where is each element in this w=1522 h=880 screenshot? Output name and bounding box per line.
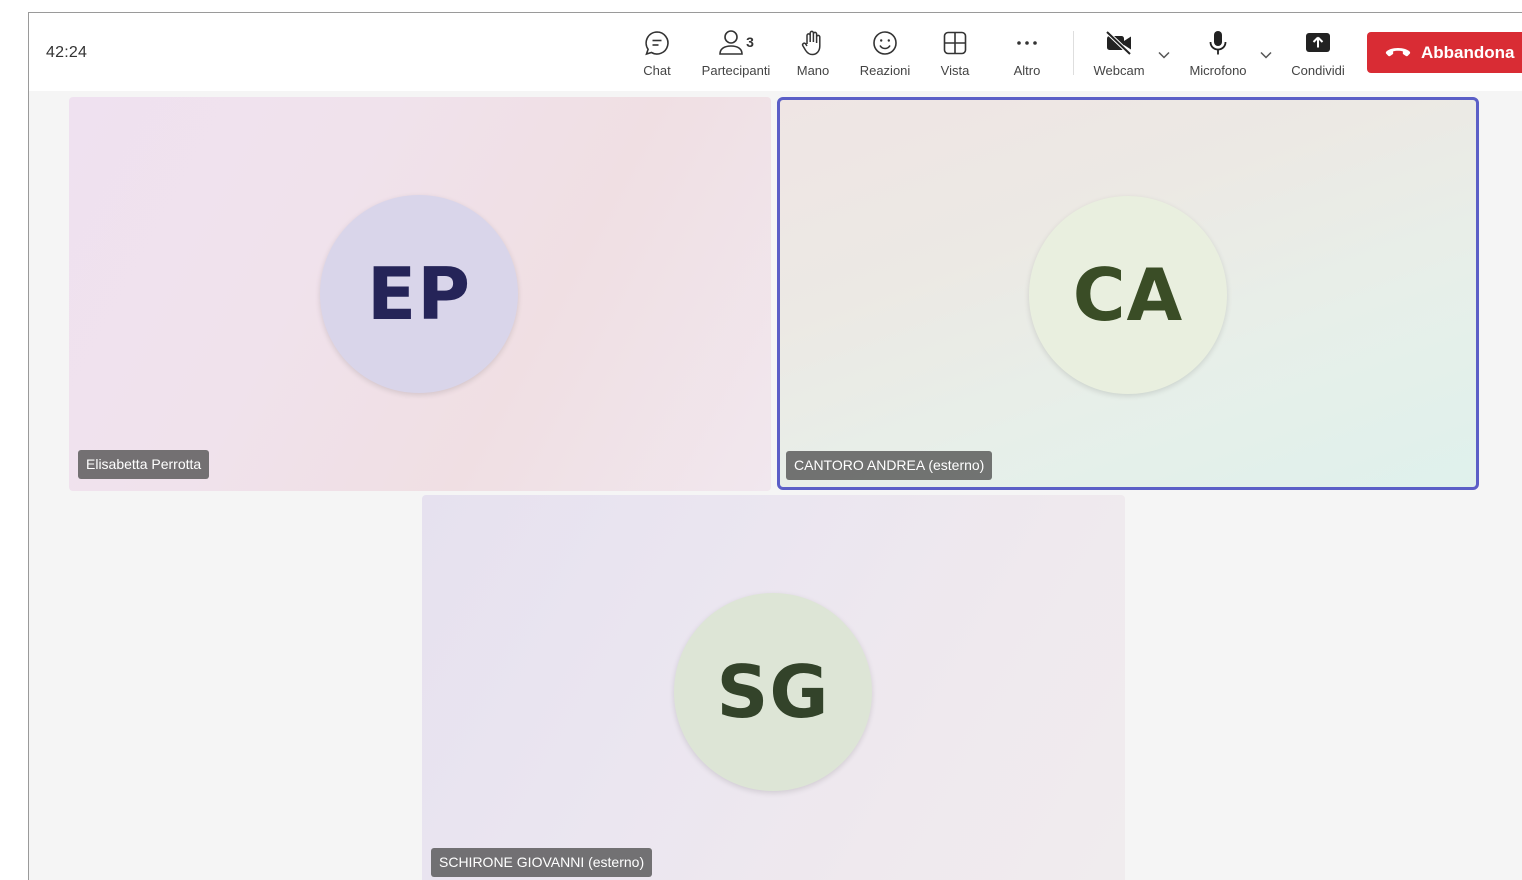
share-label: Condividi bbox=[1291, 63, 1345, 78]
more-label: Altro bbox=[1013, 63, 1041, 78]
raise-hand-button[interactable]: Mano bbox=[791, 27, 835, 83]
participant-name-label: CANTORO ANDREA (esterno) bbox=[786, 451, 993, 480]
chat-button[interactable]: Chat bbox=[635, 27, 679, 83]
video-tile-active-speaker[interactable]: CA CANTORO ANDREA (esterno) bbox=[777, 97, 1479, 490]
hang-up-icon bbox=[1385, 47, 1411, 56]
share-screen-icon bbox=[1306, 33, 1330, 52]
chat-label: Chat bbox=[643, 63, 671, 78]
participants-button[interactable]: 3 Partecipanti bbox=[697, 27, 775, 83]
participant-avatar: EP bbox=[320, 195, 518, 393]
chat-icon bbox=[645, 31, 669, 56]
microphone-label: Microfono bbox=[1189, 63, 1247, 78]
participant-avatar: CA bbox=[1029, 196, 1227, 394]
microphone-icon bbox=[1209, 31, 1227, 55]
webcam-button[interactable]: Webcam bbox=[1089, 27, 1149, 83]
participant-avatar: SG bbox=[674, 593, 872, 791]
participant-name-label: Elisabetta Perrotta bbox=[78, 450, 210, 479]
more-icon bbox=[1017, 41, 1037, 45]
people-icon bbox=[719, 30, 743, 55]
leave-label: Abbandona bbox=[1421, 42, 1515, 62]
reactions-label: Reazioni bbox=[859, 63, 911, 78]
chevron-down-icon bbox=[1260, 51, 1272, 59]
microphone-button[interactable]: Microfono bbox=[1185, 27, 1251, 83]
participants-label: Partecipanti bbox=[701, 63, 771, 78]
smiley-icon bbox=[873, 31, 897, 55]
meeting-timer: 42:24 bbox=[46, 44, 88, 61]
participants-count: 3 bbox=[746, 34, 754, 50]
avatar-initials: EP bbox=[367, 252, 471, 336]
reactions-button[interactable]: Reazioni bbox=[855, 27, 915, 83]
video-tile[interactable]: SG SCHIRONE GIOVANNI (esterno) bbox=[422, 495, 1125, 880]
camera-off-icon bbox=[1105, 30, 1132, 56]
participant-name-label: SCHIRONE GIOVANNI (esterno) bbox=[431, 848, 653, 877]
chevron-down-icon bbox=[1158, 51, 1170, 59]
meeting-window: 42:24 Chat 3 Partecipanti Mano Reazioni … bbox=[28, 12, 1522, 880]
toolbar-divider bbox=[1073, 31, 1074, 75]
leave-button[interactable]: Abbandona bbox=[1367, 32, 1522, 73]
meeting-toolbar: 42:24 Chat 3 Partecipanti Mano Reazioni … bbox=[29, 13, 1522, 91]
more-button[interactable]: Altro bbox=[1005, 27, 1049, 83]
hand-label: Mano bbox=[796, 63, 830, 78]
avatar-initials: CA bbox=[1072, 253, 1184, 337]
view-label: Vista bbox=[940, 63, 970, 78]
webcam-options-dropdown[interactable] bbox=[1157, 47, 1171, 65]
share-button[interactable]: Condividi bbox=[1287, 27, 1349, 83]
video-tile[interactable]: EP Elisabetta Perrotta bbox=[69, 97, 771, 491]
webcam-label: Webcam bbox=[1093, 63, 1145, 78]
avatar-initials: SG bbox=[716, 650, 830, 734]
view-button[interactable]: Vista bbox=[935, 27, 975, 83]
microphone-options-dropdown[interactable] bbox=[1259, 47, 1273, 65]
hand-icon bbox=[801, 30, 821, 56]
grid-view-icon bbox=[943, 31, 967, 55]
